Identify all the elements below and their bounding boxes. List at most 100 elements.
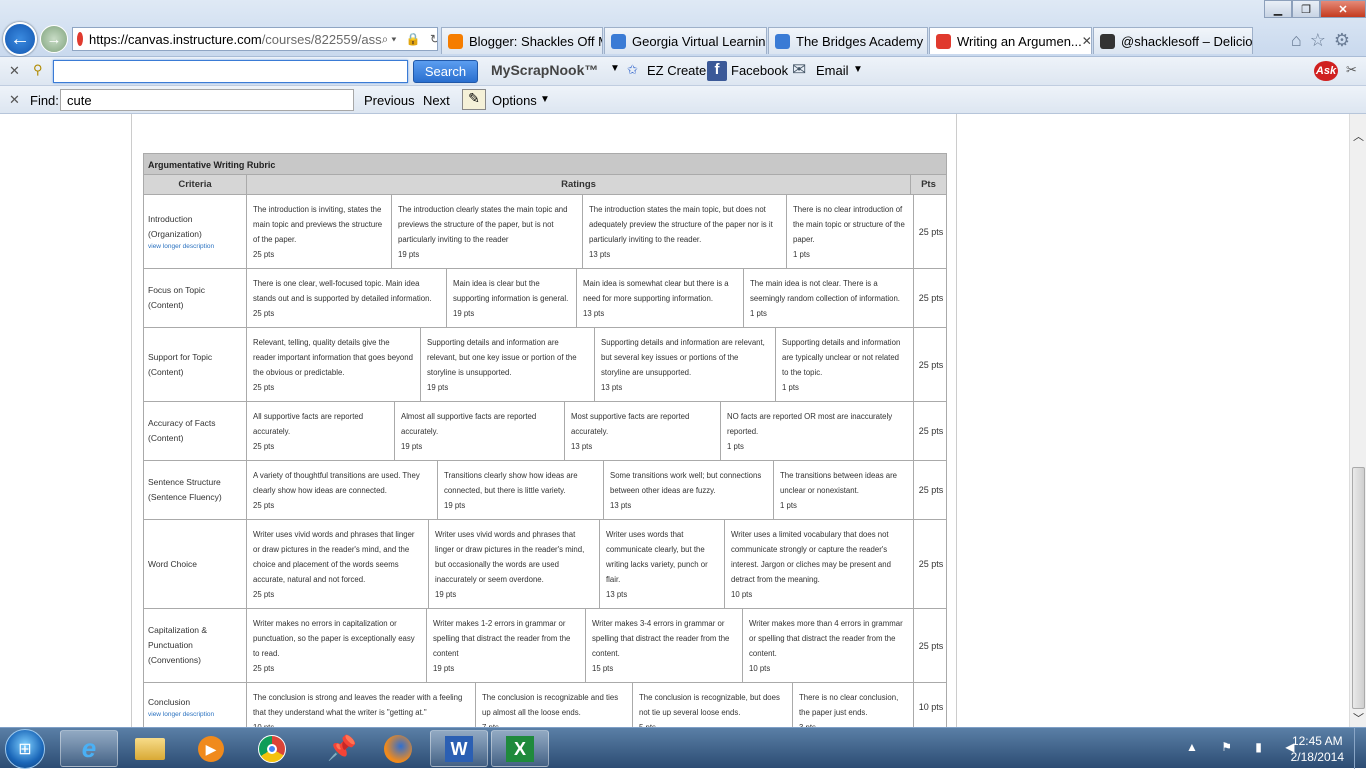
rating-description: Writer makes 3-4 errors in grammar or sp…	[592, 619, 730, 658]
rating-points: 19 pts	[401, 442, 423, 451]
ask-logo-icon[interactable]: Ask	[1314, 61, 1338, 81]
tools-icon[interactable]: ✂	[1346, 62, 1357, 78]
close-findbar-icon[interactable]: ✕	[9, 92, 20, 108]
facebook-button[interactable]: Facebook	[731, 63, 788, 78]
ez-create-button[interactable]: EZ Create	[647, 63, 706, 78]
rating-description: Writer uses vivid words and phrases that…	[435, 530, 585, 584]
rating-description: There is no clear introduction of the ma…	[793, 205, 905, 244]
close-button[interactable]: ✕	[1320, 0, 1366, 18]
home-icon[interactable]: ⌂	[1291, 30, 1310, 50]
rating-cell: The main idea is not clear. There is a s…	[744, 269, 913, 327]
address-bar-icons[interactable]: ⌕▾ 🔒 ↻	[382, 32, 437, 47]
email-dropdown-icon[interactable]: ▼	[853, 64, 863, 75]
browser-tab[interactable]: Blogger: Shackles Off M...	[441, 27, 603, 54]
taskbar-excel-icon[interactable]: X	[491, 730, 549, 767]
rating-description: Transitions clearly show how ideas are c…	[444, 471, 578, 495]
favorites-star-icon[interactable]: ☆	[1310, 30, 1334, 50]
rating-points: 25 pts	[253, 664, 275, 673]
criterion-points: 25 pts	[913, 195, 948, 268]
rating-cell: The conclusion is strong and leaves the …	[247, 683, 476, 730]
taskbar-word-icon[interactable]: W	[430, 730, 488, 767]
ratings-cell: There is one clear, well-focused topic. …	[247, 269, 913, 327]
rating-points: 13 pts	[606, 590, 628, 599]
scroll-down-icon[interactable]: ﹀	[1353, 710, 1364, 726]
rating-description: The transitions between ideas are unclea…	[780, 471, 898, 495]
forward-button[interactable]: →	[40, 25, 68, 53]
system-clock[interactable]: 12:45 AM 2/18/2014	[1291, 733, 1344, 765]
minimize-button[interactable]: ▁	[1264, 0, 1292, 18]
criterion-name: Focus on Topic (Content)	[148, 285, 206, 310]
view-longer-description-link[interactable]: view longer description	[148, 710, 242, 719]
taskbar-chrome-icon[interactable]	[243, 730, 301, 767]
highlight-pencil-icon[interactable]: ✎	[462, 89, 486, 110]
canvas-page: Argumentative Writing Rubric Criteria Ra…	[131, 114, 957, 731]
rating-points: 13 pts	[571, 442, 593, 451]
rating-points: 1 pts	[727, 442, 744, 451]
search-key-icon: ⚲	[33, 62, 43, 77]
rating-description: Supporting details and information are t…	[782, 338, 901, 377]
find-next-button[interactable]: Next	[423, 93, 450, 108]
show-desktop-button[interactable]	[1354, 728, 1366, 769]
criterion-points: 25 pts	[913, 402, 948, 460]
rating-description: Writer makes more than 4 errors in gramm…	[749, 619, 903, 658]
rating-description: The main idea is not clear. There is a s…	[750, 279, 900, 303]
rating-points: 13 pts	[610, 501, 632, 510]
system-tray-icons[interactable]: ▲ ⚑ ▮ ◀	[1186, 740, 1304, 754]
search-input[interactable]	[53, 60, 408, 83]
address-bar[interactable]: https://canvas.instructure.com/courses/8…	[72, 27, 438, 51]
rating-cell: The transitions between ideas are unclea…	[774, 461, 913, 519]
browser-tab[interactable]: @shacklesoff – Delicious	[1093, 27, 1253, 54]
vertical-scrollbar[interactable]: ︿ ﹀	[1349, 114, 1366, 727]
browser-right-icons: ⌂☆⚙	[1291, 30, 1358, 51]
maximize-button[interactable]: ❐	[1292, 0, 1320, 18]
rating-cell: The introduction clearly states the main…	[392, 195, 583, 268]
scroll-up-icon[interactable]: ︿	[1353, 128, 1364, 144]
criterion-cell: Introduction (Organization) view longer d…	[144, 195, 247, 268]
criterion-name: Sentence Structure (Sentence Fluency)	[148, 477, 222, 502]
find-previous-button[interactable]: Previous	[364, 93, 415, 108]
back-button[interactable]: ←	[3, 22, 37, 56]
view-longer-description-link[interactable]: view longer description	[148, 242, 242, 251]
rating-cell: Most supportive facts are reported accur…	[565, 402, 721, 460]
start-button[interactable]: ⊞	[5, 729, 45, 769]
criterion-name: Conclusion	[148, 696, 191, 707]
settings-gear-icon[interactable]: ⚙	[1334, 30, 1358, 50]
rating-description: Writer uses words that communicate clear…	[606, 530, 708, 584]
taskbar-media-player-icon[interactable]: ▶	[182, 730, 240, 767]
close-tab-icon[interactable]: ✕	[1082, 34, 1091, 48]
taskbar-ie-icon[interactable]: e	[60, 730, 118, 767]
taskbar-explorer-icon[interactable]	[121, 730, 179, 767]
tab-favicon-icon	[611, 33, 626, 49]
rubric-body: Introduction (Organization) view longer d…	[143, 195, 947, 731]
windows-taskbar: ⊞ e ▶ 📌 W X ▲ ⚑ ▮ ◀ 12:45 AM 2/18/2014	[0, 727, 1366, 769]
rating-points: 19 pts	[453, 309, 475, 318]
rating-cell: All supportive facts are reported accura…	[247, 402, 395, 460]
rating-description: The conclusion is recognizable and ties …	[482, 693, 619, 717]
criterion-name: Support for Topic (Content)	[148, 351, 213, 377]
find-options-button[interactable]: Options	[492, 93, 537, 108]
rating-cell: Supporting details and information are r…	[421, 328, 595, 401]
url-path: /courses/822559/ass	[261, 31, 382, 47]
taskbar-pin-icon[interactable]: 📌	[313, 730, 371, 767]
browser-tab[interactable]: The Bridges Academy	[768, 27, 928, 54]
rating-description: Supporting details and information are r…	[601, 338, 765, 377]
search-button[interactable]: Search	[413, 60, 478, 83]
browser-tab[interactable]: Georgia Virtual Learnin...	[604, 27, 767, 54]
scrollbar-thumb[interactable]	[1352, 467, 1365, 709]
criterion-cell: Focus on Topic (Content)	[144, 269, 247, 327]
rating-points: 1 pts	[780, 501, 797, 510]
rating-description: There is one clear, well-focused topic. …	[253, 279, 432, 303]
rating-cell: Some transitions work well; but connecti…	[604, 461, 774, 519]
myscrapnook-brand[interactable]: MyScrapNook™	[491, 62, 598, 78]
rating-points: 1 pts	[793, 250, 810, 259]
options-dropdown-icon[interactable]: ▼	[540, 94, 550, 105]
rating-cell: Writer uses words that communicate clear…	[600, 520, 725, 608]
find-input[interactable]: cute	[60, 89, 354, 111]
email-button[interactable]: Email	[816, 63, 849, 78]
close-toolbar-icon[interactable]: ✕	[9, 63, 20, 79]
brand-dropdown-icon[interactable]: ▼	[610, 63, 620, 74]
browser-tab[interactable]: Writing an Argumen... ✕	[929, 27, 1092, 54]
ratings-cell: All supportive facts are reported accura…	[247, 402, 913, 460]
taskbar-firefox-icon[interactable]	[369, 730, 427, 767]
rating-description: The conclusion is strong and leaves the …	[253, 693, 463, 717]
